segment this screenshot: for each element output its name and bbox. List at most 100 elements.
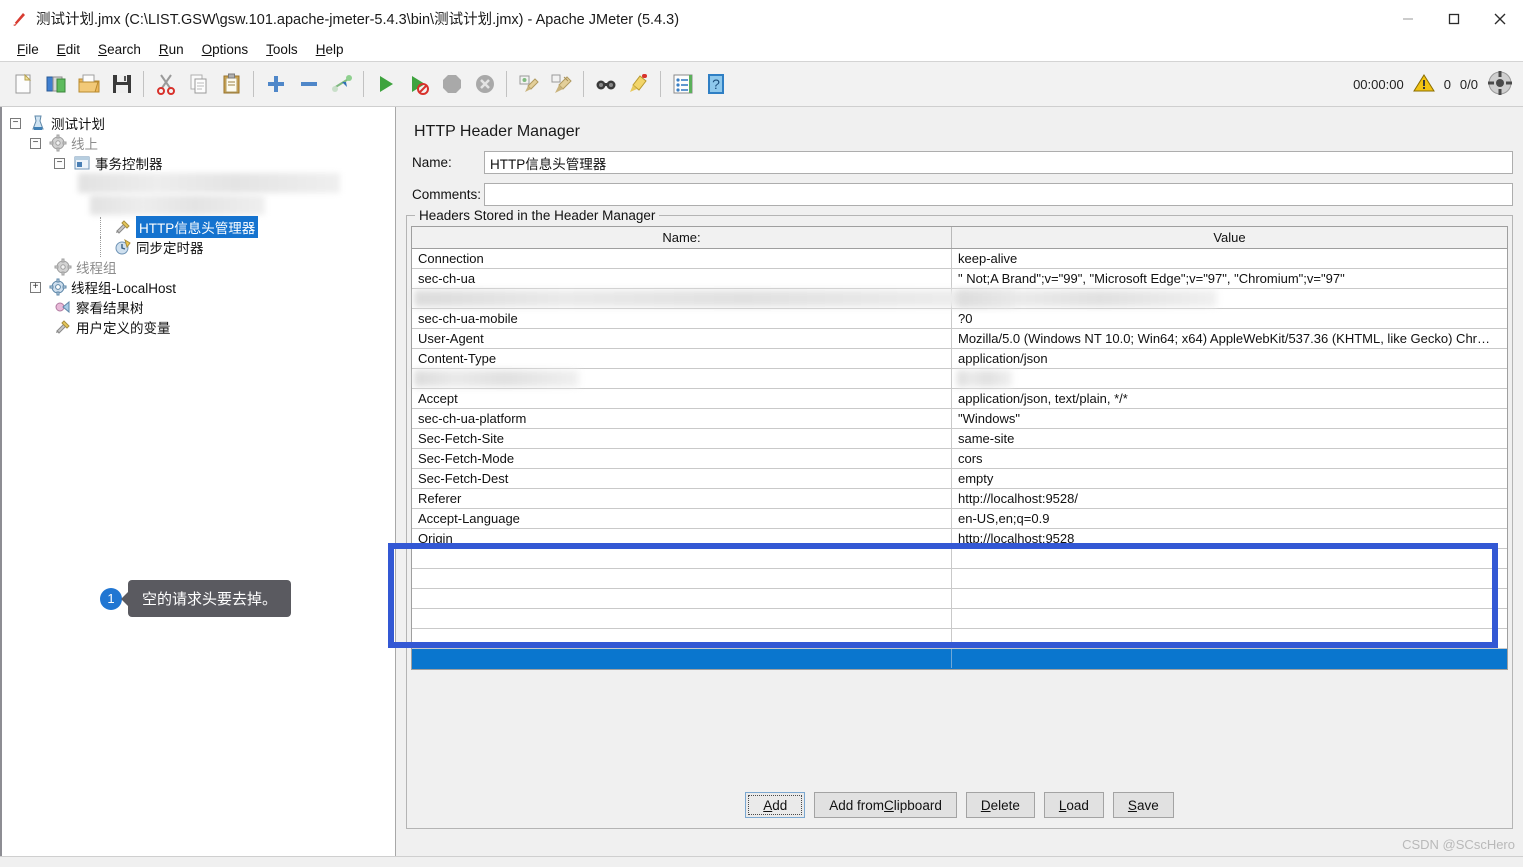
cell-value[interactable]: [952, 589, 1507, 608]
clear-icon[interactable]: [512, 67, 545, 101]
stop-icon[interactable]: [435, 67, 468, 101]
templates-icon[interactable]: [39, 67, 72, 101]
cell-value[interactable]: http://localhost:9528/: [952, 489, 1507, 508]
tree-node-sync-timer[interactable]: 同步定时器: [0, 237, 395, 257]
start-icon[interactable]: [369, 67, 402, 101]
headers-table[interactable]: Name: Value Connection keep-alive sec-ch-…: [411, 226, 1508, 670]
table-row[interactable]: sec-ch-ua-mobile ?0: [412, 309, 1507, 329]
copy-icon[interactable]: [182, 67, 215, 101]
cell-name[interactable]: Origin: [412, 529, 952, 548]
add-from-clipboard-button[interactable]: Add from Clipboard: [814, 792, 957, 818]
table-row-selected[interactable]: [412, 649, 1507, 669]
delete-button[interactable]: Delete: [965, 792, 1035, 818]
cell-name[interactable]: Sec-Fetch-Site: [412, 429, 952, 448]
table-row[interactable]: Content-Type application/json: [412, 349, 1507, 369]
cell-name[interactable]: [412, 589, 952, 608]
cell-name[interactable]: [412, 289, 952, 308]
column-header-value[interactable]: Value: [952, 227, 1507, 248]
menu-search[interactable]: Search: [89, 40, 150, 59]
toggle-minus-icon[interactable]: −: [30, 137, 41, 149]
expand-all-icon[interactable]: [259, 67, 292, 101]
clear-all-icon[interactable]: [545, 67, 578, 101]
table-row[interactable]: [412, 549, 1507, 569]
menu-edit[interactable]: Edit: [48, 40, 89, 59]
open-icon[interactable]: [72, 67, 105, 101]
cell-name[interactable]: [412, 609, 952, 628]
cell-value[interactable]: [952, 289, 1507, 308]
load-button[interactable]: Load: [1043, 792, 1104, 818]
cell-value[interactable]: "Windows": [952, 409, 1507, 428]
cell-value[interactable]: same-site: [952, 429, 1507, 448]
cell-value[interactable]: ?0: [952, 309, 1507, 328]
cell-value[interactable]: application/json: [952, 349, 1507, 368]
toggle-icon[interactable]: [325, 67, 358, 101]
cell-value[interactable]: [952, 369, 1507, 388]
cell-value[interactable]: Mozilla/5.0 (Windows NT 10.0; Win64; x64…: [952, 329, 1507, 348]
save-button[interactable]: Save: [1112, 792, 1174, 818]
test-plan-tree[interactable]: − 测试计划 − 线上 − 事务控制器 HTTP信息头管理器 同步定时器 线程组…: [0, 107, 396, 856]
tree-node-thread-group[interactable]: 线程组: [0, 257, 395, 277]
add-button[interactable]: Add: [745, 792, 806, 818]
toggle-plus-icon[interactable]: +: [30, 281, 41, 293]
table-row[interactable]: sec-ch-ua-platform "Windows": [412, 409, 1507, 429]
table-row[interactable]: [412, 629, 1507, 649]
table-row[interactable]: Sec-Fetch-Site same-site: [412, 429, 1507, 449]
cell-value[interactable]: en-US,en;q=0.9: [952, 509, 1507, 528]
menu-options[interactable]: Options: [193, 40, 258, 59]
tree-node-online[interactable]: − 线上: [0, 133, 395, 153]
new-icon[interactable]: [6, 67, 39, 101]
paste-icon[interactable]: [215, 67, 248, 101]
cell-name[interactable]: User-Agent: [412, 329, 952, 348]
table-row-redacted[interactable]: [412, 369, 1507, 389]
cell-name[interactable]: Accept: [412, 389, 952, 408]
help-icon[interactable]: ?: [699, 67, 732, 101]
close-button[interactable]: [1477, 0, 1523, 37]
cell-name[interactable]: Connection: [412, 249, 952, 268]
table-row[interactable]: [412, 609, 1507, 629]
cell-value[interactable]: [952, 649, 1507, 668]
table-row[interactable]: sec-ch-ua " Not;A Brand";v="99", "Microso…: [412, 269, 1507, 289]
tree-node-redacted[interactable]: [0, 173, 395, 195]
cell-value[interactable]: " Not;A Brand";v="99", "Microsoft Edge";…: [952, 269, 1507, 288]
collapse-all-icon[interactable]: [292, 67, 325, 101]
menu-run[interactable]: Run: [150, 40, 193, 59]
table-row[interactable]: Sec-Fetch-Dest empty: [412, 469, 1507, 489]
tree-node-test-plan[interactable]: − 测试计划: [0, 113, 395, 133]
table-row[interactable]: Accept-Language en-US,en;q=0.9: [412, 509, 1507, 529]
cell-value[interactable]: cors: [952, 449, 1507, 468]
tree-node-http-header-manager[interactable]: HTTP信息头管理器: [0, 216, 395, 238]
cell-value[interactable]: [952, 609, 1507, 628]
menu-file[interactable]: File: [8, 40, 48, 59]
save-icon[interactable]: [105, 67, 138, 101]
table-row-redacted[interactable]: [412, 289, 1507, 309]
cell-name[interactable]: [412, 549, 952, 568]
start-no-pauses-icon[interactable]: [402, 67, 435, 101]
table-row[interactable]: Sec-Fetch-Mode cors: [412, 449, 1507, 469]
cut-icon[interactable]: [149, 67, 182, 101]
shutdown-icon[interactable]: [468, 67, 501, 101]
name-input[interactable]: HTTP信息头管理器: [484, 151, 1513, 174]
cell-value[interactable]: http://localhost:9528: [952, 529, 1507, 548]
cell-name[interactable]: [412, 649, 952, 668]
comments-input[interactable]: [484, 183, 1513, 206]
cell-name[interactable]: [412, 569, 952, 588]
cell-value[interactable]: keep-alive: [952, 249, 1507, 268]
tree-node-redacted[interactable]: [0, 195, 395, 217]
tree-node-view-results-tree[interactable]: 察看结果树: [0, 297, 395, 317]
toggle-minus-icon[interactable]: −: [54, 157, 65, 169]
tree-node-transaction-controller[interactable]: − 事务控制器: [0, 153, 395, 173]
table-row[interactable]: Referer http://localhost:9528/: [412, 489, 1507, 509]
table-row[interactable]: Connection keep-alive: [412, 249, 1507, 269]
tree-node-user-defined-variables[interactable]: 用户定义的变量: [0, 317, 395, 337]
maximize-button[interactable]: [1431, 0, 1477, 37]
cell-name[interactable]: Content-Type: [412, 349, 952, 368]
cell-name[interactable]: Accept-Language: [412, 509, 952, 528]
cell-name[interactable]: [412, 369, 952, 388]
cell-value[interactable]: empty: [952, 469, 1507, 488]
table-row[interactable]: Accept application/json, text/plain, */*: [412, 389, 1507, 409]
table-row[interactable]: Origin http://localhost:9528: [412, 529, 1507, 549]
minimize-button[interactable]: [1385, 0, 1431, 37]
table-row[interactable]: [412, 589, 1507, 609]
column-header-name[interactable]: Name:: [412, 227, 952, 248]
cell-value[interactable]: [952, 629, 1507, 648]
